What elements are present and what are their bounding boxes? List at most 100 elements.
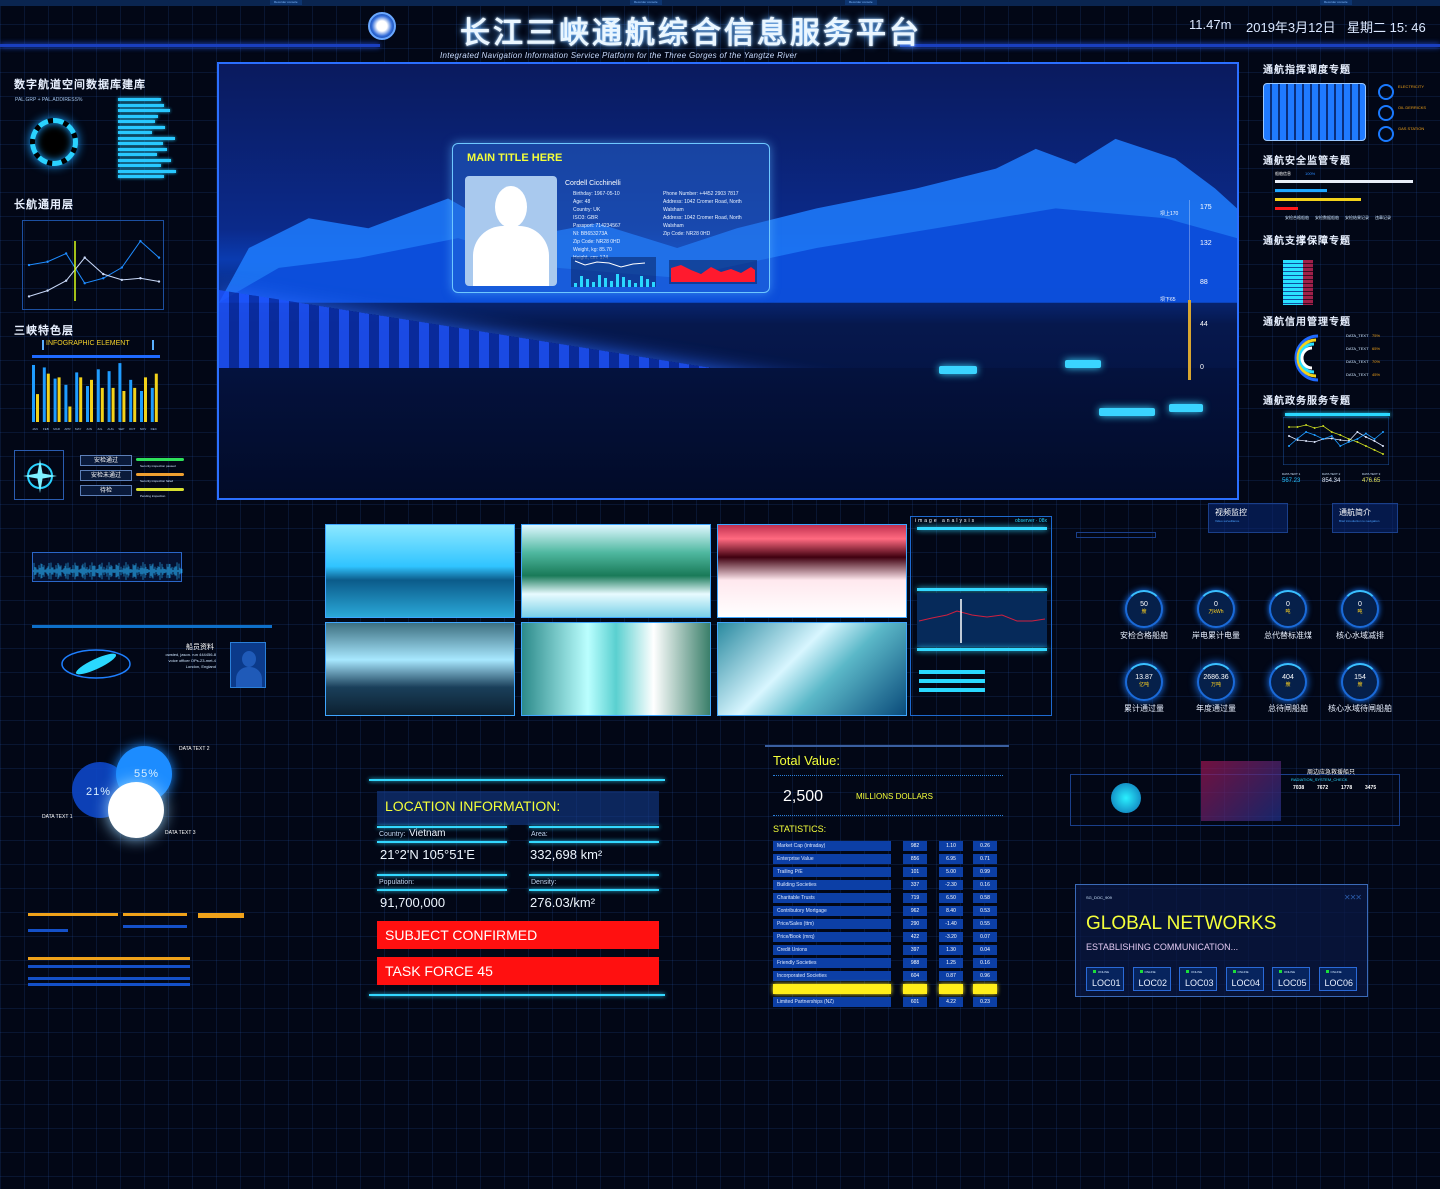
node-status: ONLINE [1233,970,1249,974]
gauge[interactable]: 0 万kWh [1197,590,1235,628]
stat-value-a: 601 [903,997,927,1007]
db-label: PAL.GRP + PAL.ADDIRESS% [15,97,83,103]
line-point [139,239,142,243]
statistics-row[interactable]: Trailing P/E 101 5.00 0.99 [773,867,1005,877]
safety-link[interactable]: 违章记录 [1375,215,1391,220]
inspection-button[interactable]: 待检 [80,485,132,496]
gauge[interactable]: 13.87 亿吨 [1125,663,1163,701]
bubble-label-2: DATA TEXT 2 [179,746,210,752]
network-node[interactable]: ONLINE LOC06 [1318,967,1357,991]
stat-value-b: 6.95 [939,854,963,864]
line-point [120,278,124,282]
node-status: ONLINE [1326,970,1342,974]
bubble-value-1: 21% [86,786,112,798]
person-info-card[interactable]: MAIN TITLE HERE Cordell Cicchinelli Birt… [452,143,770,293]
gov-point [1305,424,1308,426]
gov-point [1382,445,1384,447]
dispatch-map[interactable] [1263,83,1366,141]
population-label: Population: [379,879,415,886]
stat-value-a: 982 [903,841,927,851]
card-field: Birthday: 1967-05-10 [573,191,620,197]
statistics-row[interactable]: Contributory Mortgage 962 8.40 0.53 [773,906,1005,916]
bar-yellow [79,377,83,422]
module-navigation-intro[interactable]: 通航简介 Brief introduction to navigation [1332,503,1398,533]
statistics-row[interactable]: Incorporated Societies 604 0.87 0.96 [773,971,1005,981]
video-feed-2[interactable] [521,524,711,618]
stat-name: Limited Partnerships (NZ) [773,997,891,1007]
gov-point [1356,441,1359,443]
gauge[interactable]: 154 艘 [1341,663,1379,701]
safety-link[interactable]: 安检结果记录 [1345,215,1369,220]
boat-icon[interactable] [1169,404,1203,412]
infographic-title: INFOGRAPHIC ELEMENT [46,340,130,347]
hex-label: ELECTRICITY [1398,84,1425,89]
boat-icon[interactable] [1065,360,1101,368]
boat-icon[interactable] [939,366,977,374]
gauge-unit: 吨 [1357,609,1363,615]
line-point [120,266,124,269]
network-node[interactable]: ONLINE LOC02 [1132,967,1171,991]
subject-confirmed-alert[interactable]: SUBJECT CONFIRMED [377,921,659,949]
statistics-row[interactable]: Charitable Trusts 719 6.50 0.58 [773,893,1005,903]
person-name: Cordell Cicchinelli [565,180,621,187]
network-node[interactable]: ONLINE LOC05 [1272,967,1310,991]
stat-value-c: 0.96 [973,971,997,981]
card-bar [640,276,643,287]
gov-value-label: DATA TEXT 2 [1322,472,1341,476]
statistics-row[interactable]: Market Cap (intraday) 982 1.10 0.26 [773,841,1005,851]
boat-icon[interactable] [1099,408,1155,416]
ia-bar [917,527,1047,530]
module-title: 视频监控 [1215,508,1247,517]
gov-point [1313,434,1316,436]
water-level: 11.47m [1189,17,1232,32]
infographic-bar-chart: JAN FEB MAR APR MAY JUN JUL AUG SEP OCT NOV DEC [32,363,158,431]
population-value: 91,700,000 [380,895,446,910]
video-feed-1[interactable] [325,524,515,618]
ia-level-bar [919,688,985,692]
statistics-row[interactable]: Price/Sales (ttm) 290 -1.40 0.55 [773,919,1005,929]
video-feed-3[interactable] [717,524,907,618]
stat-name: Credit Unions [773,945,891,955]
line-point [102,272,105,276]
gauge[interactable]: 0吨 [1341,590,1379,628]
video-feed-5[interactable] [521,622,711,716]
video-feed-4[interactable] [325,622,515,716]
map-overlay [1201,761,1281,821]
network-status: ESTABLISHING COMMUNICATION... [1086,942,1239,952]
statistics-row[interactable]: Limited Partnerships (NZ) 601 4.22 0.23 [773,997,1005,1007]
card-field: Passport: 714234567 [573,223,621,229]
task-force-alert[interactable]: TASK FORCE 45 [377,957,659,985]
statistics-row[interactable]: Enterprise Value 856 6.95 0.71 [773,854,1005,864]
network-node[interactable]: ONLINE LOC01 [1086,967,1124,991]
card-field: Zip Code: NR28 0HD [573,239,621,245]
stat-value-a: 397 [903,945,927,955]
gauge[interactable]: 404 艘 [1269,663,1307,701]
statistics-row[interactable]: Building Societies 337 -2.30 0.16 [773,880,1005,890]
safety-link[interactable]: 安检合格船舶 [1285,215,1309,220]
video-feed-6[interactable] [717,622,907,716]
statistics-row[interactable]: Friendly Societies 988 1.25 0.16 [773,958,1005,968]
divider [773,815,1003,816]
network-node[interactable]: ONLINE LOC03 [1179,967,1217,991]
close-icon[interactable]: ✕✕✕ [1344,893,1362,902]
statistics-row[interactable]: Price/Book (mrq) 422 -3.20 0.07 [773,932,1005,942]
gauge-value: 404 [1282,674,1294,681]
statistics-row[interactable]: Credit Unions 397 1.30 0.04 [773,945,1005,955]
gauge[interactable]: 2686.36 万吨 [1197,663,1235,701]
ship-radar-graphic [61,649,131,679]
gauge[interactable]: 0吨 [1269,590,1307,628]
divider [529,841,659,843]
network-node[interactable]: ONLINE LOC04 [1225,967,1264,991]
safety-link[interactable]: 安检数据船舶 [1315,215,1339,220]
mini-table-header [28,957,190,960]
gauge[interactable]: 50 艘 [1125,590,1163,628]
gov-value-label: DATA TEXT 1 [1282,472,1301,476]
country-label: Country: [379,831,406,838]
statistics-row[interactable]: Industrial and Provident 328 3.69 0.47 [773,984,1005,994]
inspection-button[interactable]: 安检未通过 [80,470,132,481]
emergency-panel: 周边应急救援船只 RADIATION_SYSTEM_CHECK 7038 7672… [1070,761,1400,826]
inspection-button[interactable]: 安检通过 [80,455,132,466]
card-bar [634,283,637,287]
card-area-chart [669,260,757,284]
module-video-surveillance[interactable]: 视频监控 Video surveillance [1208,503,1288,533]
